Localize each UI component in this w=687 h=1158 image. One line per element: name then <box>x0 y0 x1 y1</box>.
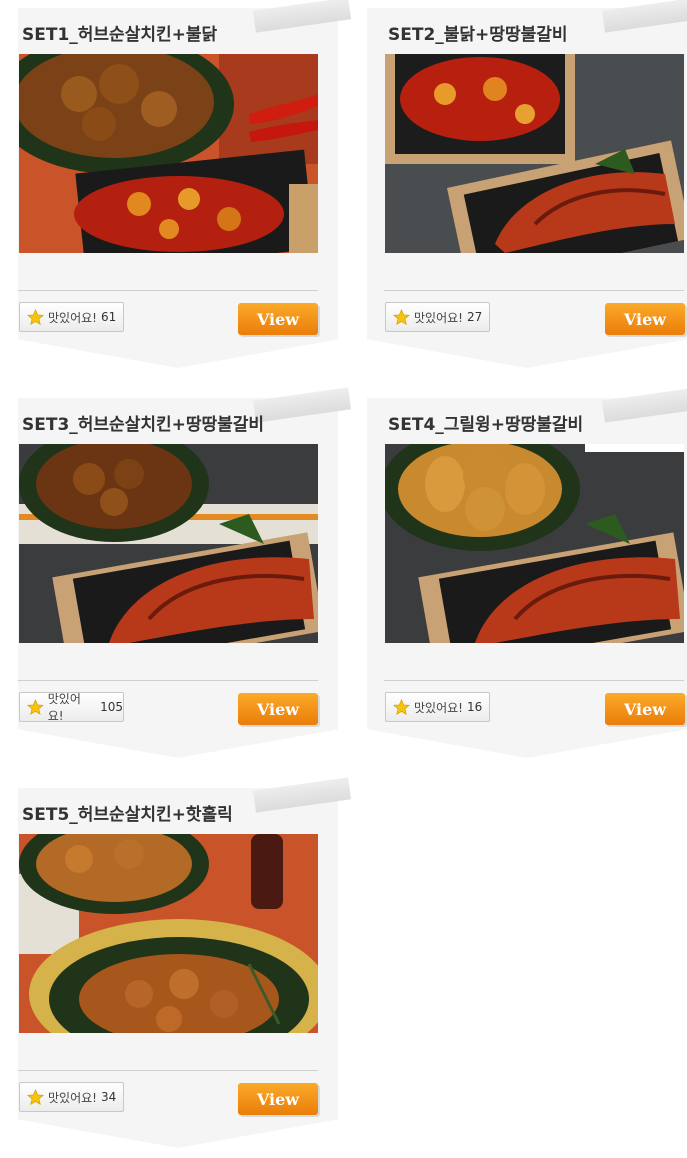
menu-card-set2: SET2_불닭+땅땅불갈비 맛있어요! 27 View <box>367 0 687 378</box>
divider <box>18 290 318 291</box>
menu-card-set5: SET5_허브순살치킨+핫홀릭 맛있어요! 34 View <box>18 777 352 1158</box>
like-count: 61 <box>100 310 117 324</box>
like-label: 맛있어요! <box>48 1090 97 1105</box>
card-title: SET2_불닭+땅땅불갈비 <box>388 25 568 45</box>
view-button[interactable]: View <box>605 303 685 335</box>
divider <box>18 1070 318 1071</box>
food-photo[interactable] <box>19 54 318 253</box>
photo-image <box>19 444 318 643</box>
star-icon <box>393 698 410 715</box>
card-title: SET1_허브순살치킨+불닭 <box>22 25 218 45</box>
star-icon <box>27 308 44 325</box>
food-photo[interactable] <box>385 444 684 643</box>
food-photo[interactable] <box>19 834 318 1033</box>
divider <box>384 290 684 291</box>
card-title: SET3_허브순살치킨+땅땅불갈비 <box>22 415 265 435</box>
photo-image <box>385 444 684 643</box>
divider <box>384 680 684 681</box>
star-icon <box>27 1088 44 1105</box>
like-button[interactable]: 맛있어요! 27 <box>385 302 490 332</box>
card-title: SET5_허브순살치킨+핫홀릭 <box>22 805 233 825</box>
like-label: 맛있어요! <box>414 700 463 715</box>
like-count: 27 <box>466 310 483 324</box>
menu-card-set3: SET3_허브순살치킨+땅땅불갈비 맛있어요! 105 View <box>18 387 352 768</box>
photo-image <box>19 54 318 253</box>
like-label: 맛있어요! <box>47 692 81 723</box>
like-button[interactable]: 맛있어요! 16 <box>385 692 490 722</box>
like-label: 맛있어요! <box>48 310 97 325</box>
view-button[interactable]: View <box>238 303 318 335</box>
view-button[interactable]: View <box>238 1083 318 1115</box>
food-photo[interactable] <box>19 444 318 643</box>
food-photo[interactable] <box>385 54 684 253</box>
like-count: 16 <box>466 700 483 714</box>
view-button[interactable]: View <box>605 693 685 725</box>
like-count: 105 <box>100 700 123 714</box>
menu-card-set4: SET4_그릴윙+땅땅불갈비 맛있어요! 16 View <box>367 387 687 768</box>
like-button[interactable]: 맛있어요! 61 <box>19 302 124 332</box>
like-button[interactable]: 맛있어요! 105 <box>19 692 124 723</box>
menu-card-set1: SET1_허브순살치킨+불닭 맛있어요! 61 View <box>18 0 352 378</box>
view-button[interactable]: View <box>238 693 318 725</box>
photo-image <box>19 834 318 1033</box>
card-title: SET4_그릴윙+땅땅불갈비 <box>388 415 584 435</box>
like-button[interactable]: 맛있어요! 34 <box>19 1082 124 1112</box>
star-icon <box>393 308 410 325</box>
like-count: 34 <box>100 1090 117 1104</box>
photo-image <box>385 54 684 253</box>
divider <box>18 680 318 681</box>
star-icon <box>27 698 44 715</box>
like-label: 맛있어요! <box>414 310 463 325</box>
